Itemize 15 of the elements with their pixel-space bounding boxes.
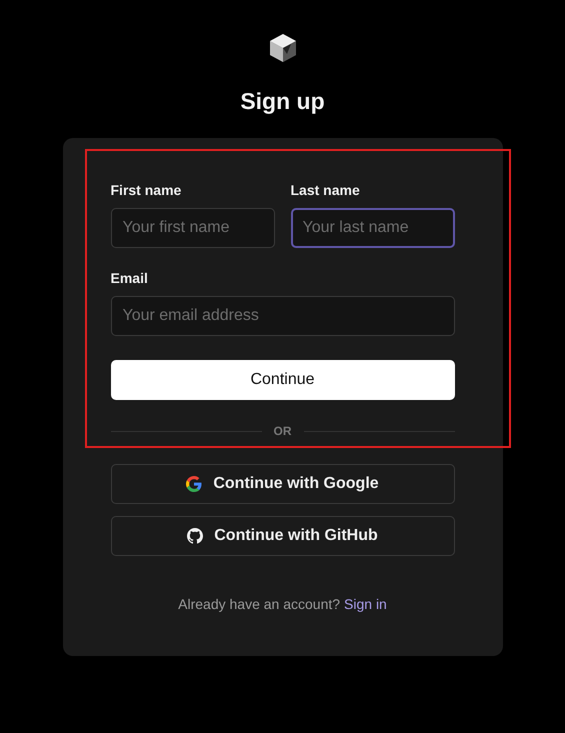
github-cat-icon	[187, 528, 204, 544]
sign-in-link[interactable]: Sign in	[344, 596, 387, 612]
sign-in-provider-button[interactable]: Continue with GitHub	[110, 516, 454, 556]
input-field[interactable]: Your last name	[290, 208, 454, 248]
field-label: Email	[110, 270, 149, 286]
continue-button[interactable]: Continue	[110, 360, 454, 400]
sign-in-provider-button[interactable]: Continue with Google	[110, 464, 454, 504]
account-prompt: Already have an account?	[178, 596, 340, 612]
field-label: Last name	[290, 182, 361, 198]
field-label: First name	[110, 182, 182, 198]
input-field[interactable]: Your first name	[110, 208, 274, 248]
google-g-icon	[186, 476, 202, 492]
divider-text: OR	[274, 424, 292, 438]
input-field[interactable]: Your email address	[110, 296, 454, 336]
page-title: Sign up	[240, 87, 325, 116]
